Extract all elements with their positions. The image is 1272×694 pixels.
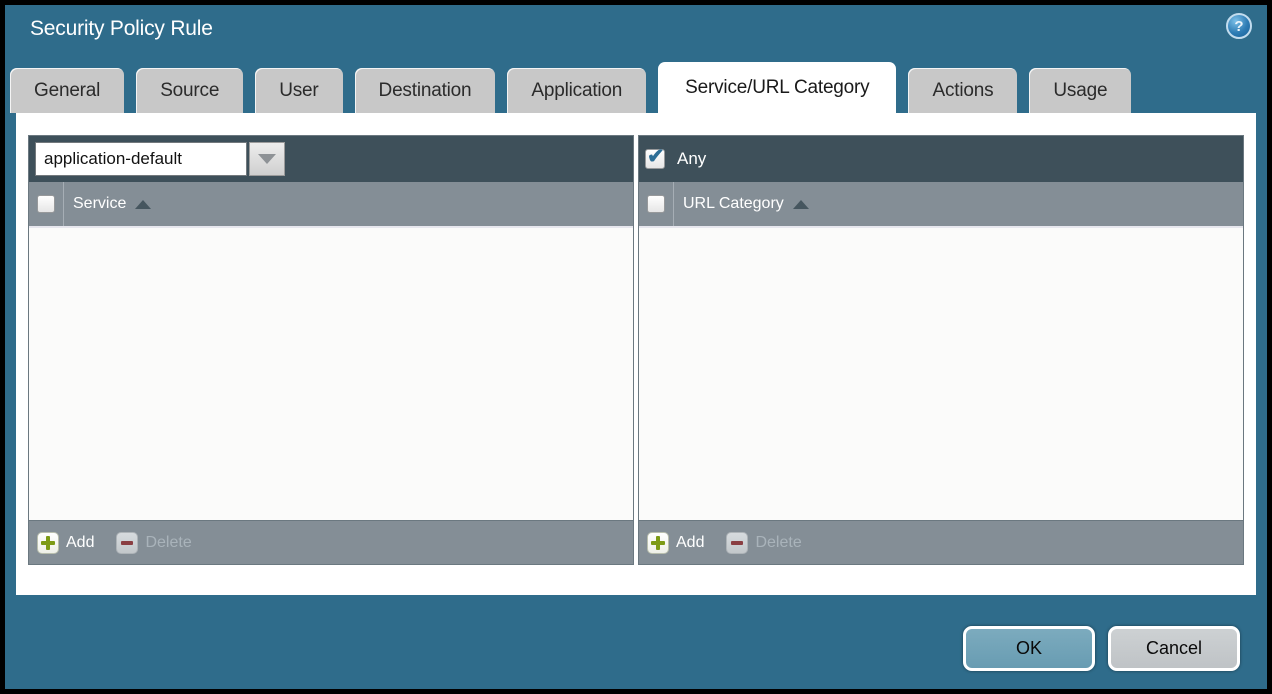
title-bar: Security Policy Rule ? [5, 5, 1267, 60]
service-type-dropdown-button[interactable] [249, 142, 285, 176]
url-category-column-header: URL Category [639, 182, 1243, 228]
url-category-panel: Any URL Category Add [638, 135, 1244, 565]
add-button-label: Add [66, 534, 94, 552]
tab-content-area: Service Add Delete [16, 113, 1256, 595]
url-category-delete-button[interactable]: Delete [726, 532, 801, 554]
chevron-down-icon [258, 154, 276, 164]
tab-application[interactable]: Application [507, 68, 646, 113]
sort-ascending-icon[interactable] [135, 200, 151, 209]
service-table-body [29, 228, 633, 520]
ok-button[interactable]: OK [963, 626, 1095, 671]
tab-usage[interactable]: Usage [1029, 68, 1131, 113]
help-icon-glyph: ? [1234, 18, 1243, 35]
url-category-panel-header: Any [639, 136, 1243, 182]
url-category-column-label[interactable]: URL Category [683, 195, 784, 213]
service-add-button[interactable]: Add [37, 532, 94, 554]
url-category-select-all-checkbox[interactable] [647, 195, 665, 213]
panels-container: Service Add Delete [16, 113, 1256, 565]
dialog-title: Security Policy Rule [30, 17, 213, 41]
delete-button-label: Delete [145, 534, 191, 552]
service-column-header: Service [29, 182, 633, 228]
tab-user[interactable]: User [255, 68, 342, 113]
any-checkbox[interactable] [645, 149, 665, 169]
help-icon[interactable]: ? [1226, 13, 1252, 39]
sort-ascending-icon[interactable] [793, 200, 809, 209]
cancel-button[interactable]: Cancel [1108, 626, 1240, 671]
service-select-all-checkbox[interactable] [37, 195, 55, 213]
service-delete-button[interactable]: Delete [116, 532, 191, 554]
url-category-add-button[interactable]: Add [647, 532, 704, 554]
url-category-header-checkbox-cell [639, 182, 674, 226]
tab-source[interactable]: Source [136, 68, 243, 113]
minus-icon [726, 532, 748, 554]
url-category-table-body [639, 228, 1243, 520]
tab-service-url-category[interactable]: Service/URL Category [658, 62, 896, 113]
tab-general[interactable]: General [10, 68, 124, 113]
service-panel-header [29, 136, 633, 182]
service-panel: Service Add Delete [28, 135, 634, 565]
any-checkbox-label[interactable]: Any [677, 149, 706, 169]
plus-icon [647, 532, 669, 554]
tab-actions[interactable]: Actions [908, 68, 1017, 113]
add-button-label: Add [676, 534, 704, 552]
security-policy-rule-dialog: Security Policy Rule ? General Source Us… [0, 0, 1272, 694]
delete-button-label: Delete [755, 534, 801, 552]
plus-icon [37, 532, 59, 554]
dialog-button-row: OK Cancel [963, 626, 1240, 671]
minus-icon [116, 532, 138, 554]
tab-destination[interactable]: Destination [355, 68, 496, 113]
service-type-combo [35, 142, 285, 176]
service-column-label[interactable]: Service [73, 195, 126, 213]
service-type-input[interactable] [35, 142, 247, 176]
url-category-panel-footer: Add Delete [639, 520, 1243, 564]
tab-bar: General Source User Destination Applicat… [10, 62, 1131, 113]
service-header-checkbox-cell [29, 182, 64, 226]
service-panel-footer: Add Delete [29, 520, 633, 564]
